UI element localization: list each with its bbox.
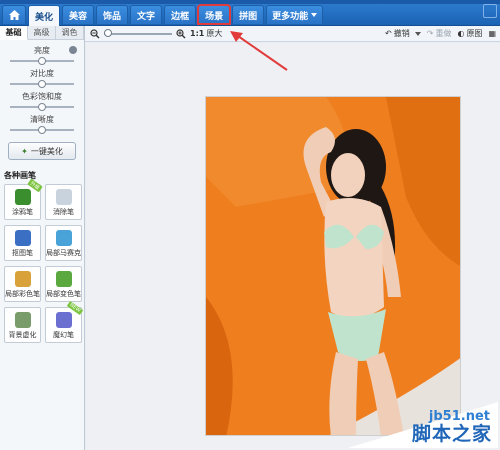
brightness-knob[interactable] [38,57,46,65]
top-navigation-bar: 美化 美容 饰品 文字 边框 场景 拼图 更多功能 [0,0,500,26]
compare-label: 原图 [466,29,483,38]
photo-preview [205,96,461,436]
brush-label: 局部马赛克 [46,249,81,257]
watermark: jb51.net 脚本之家 [348,402,498,448]
undo-icon: ↶ [385,29,392,38]
brush-grid: 升级 涂鸦笔消除笔抠图笔 局部马赛克局部彩色笔 局部变色笔背景虚化 NEW 魔幻笔 [4,178,84,343]
sharpness-label: 清晰度 [30,115,54,124]
redo-icon: ↷ [426,29,434,38]
undo-label: 撤销 [393,29,410,38]
tab-frame[interactable]: 边框 [164,5,197,24]
redo-label: 重做 [435,29,452,38]
magic-wand-icon [56,312,72,328]
adjust-subtabs: 基础 高级 调色 [0,26,84,40]
redo-button[interactable]: ↷ 重做 [427,28,452,39]
contrast-label: 对比度 [30,69,54,78]
brush-label: 涂鸦笔 [12,208,33,216]
one-click-beautify-button[interactable]: ✦ 一键美化 [8,142,76,160]
mosaic-icon [56,230,72,246]
brush-tile[interactable]: NEW 魔幻笔 [45,300,84,343]
window-control-icon[interactable] [483,4,497,18]
compare-original-button[interactable]: ◐ 原图 [457,28,482,39]
tab-text[interactable]: 文字 [130,5,163,24]
brush-tile[interactable]: 升级 涂鸦笔 [4,178,43,220]
zoom-ratio-button[interactable]: 1:1 [190,29,204,38]
chevron-down-icon[interactable] [414,31,421,36]
home-icon [8,10,20,20]
brush-label: 局部变色笔 [46,290,81,298]
compare-icon: ◐ [457,29,465,38]
canvas-toolbar: 1:1 原大 ↶ 撤销 ↷ 重做 ◐ 原图 ▦ [85,26,500,42]
tab-advanced[interactable]: 高级 [28,26,56,40]
grid-icon: ▦ [488,29,496,38]
brightness-label: 亮度 [34,46,50,55]
pen-icon [15,189,31,205]
chevron-down-icon [311,13,318,17]
tab-more-features[interactable]: 更多功能 [266,5,324,24]
contrast-slider[interactable] [10,80,74,88]
brush-label: 局部彩色笔 [5,290,40,298]
zoom-in-icon[interactable] [176,28,186,39]
one-click-beautify-label: 一键美化 [30,146,63,156]
brush-label: 抠图笔 [12,249,33,257]
brush-tile[interactable]: 消除笔 [45,184,82,220]
brush-tile[interactable]: 局部彩色笔 [4,266,41,302]
tab-beautify[interactable]: 美化 [28,5,61,26]
brush-tile[interactable]: 背景虚化 [4,307,41,343]
brushes-heading: 各种画笔 [4,171,36,180]
saturation-knob[interactable] [38,103,46,111]
brush-label: 魔幻笔 [53,331,74,339]
zoom-slider[interactable] [104,28,172,37]
main-tabs: 美化 美容 饰品 文字 边框 场景 拼图 更多功能 [2,4,324,26]
sharpness-slider[interactable] [10,126,74,134]
adjust-sliders: 亮度 对比度 色彩饱和度 清晰度 [0,40,84,134]
contrast-knob[interactable] [38,80,46,88]
toolbar-more-button[interactable]: ▦ [488,29,496,38]
home-button[interactable] [2,5,26,24]
tab-basic[interactable]: 基础 [0,26,28,40]
magic-icon: ✦ [21,146,28,156]
watermark-brand: 脚本之家 [411,423,492,445]
tab-accessories[interactable]: 饰品 [96,5,129,24]
title-strip [0,0,500,4]
eraser-icon [56,189,72,205]
original-size-button[interactable]: 原大 [206,28,222,39]
tab-makeup[interactable]: 美容 [62,5,95,24]
reset-icon[interactable] [69,46,77,54]
brush-label: 消除笔 [53,208,74,216]
sharpness-knob[interactable] [38,126,46,134]
brightness-slider[interactable] [10,57,74,65]
zoom-out-icon[interactable] [90,28,100,39]
more-features-label: 更多功能 [272,11,309,22]
left-panel: 基础 高级 调色 亮度 对比度 色彩饱和度 清晰度 ✦ 一键美化 各种画笔 升级… [0,26,85,450]
brush-tile[interactable]: 局部马赛克 [45,225,82,261]
brush-tile[interactable]: 抠图笔 [4,225,41,261]
tab-color[interactable]: 调色 [56,26,84,40]
undo-button[interactable]: ↶ 撤销 [385,28,421,39]
blur-icon [15,312,31,328]
tab-scene[interactable]: 场景 [197,4,232,25]
cutout-icon [15,230,31,246]
tab-collage[interactable]: 拼图 [232,5,265,24]
saturation-slider[interactable] [10,103,74,111]
brush-label: 背景虚化 [8,331,37,339]
color-brush-icon [15,271,31,287]
saturation-label: 色彩饱和度 [22,92,62,101]
photo-image [206,97,460,435]
brush-tile[interactable]: 局部变色笔 [45,266,82,302]
recolor-icon [56,271,72,287]
zoom-slider-knob[interactable] [104,28,112,37]
